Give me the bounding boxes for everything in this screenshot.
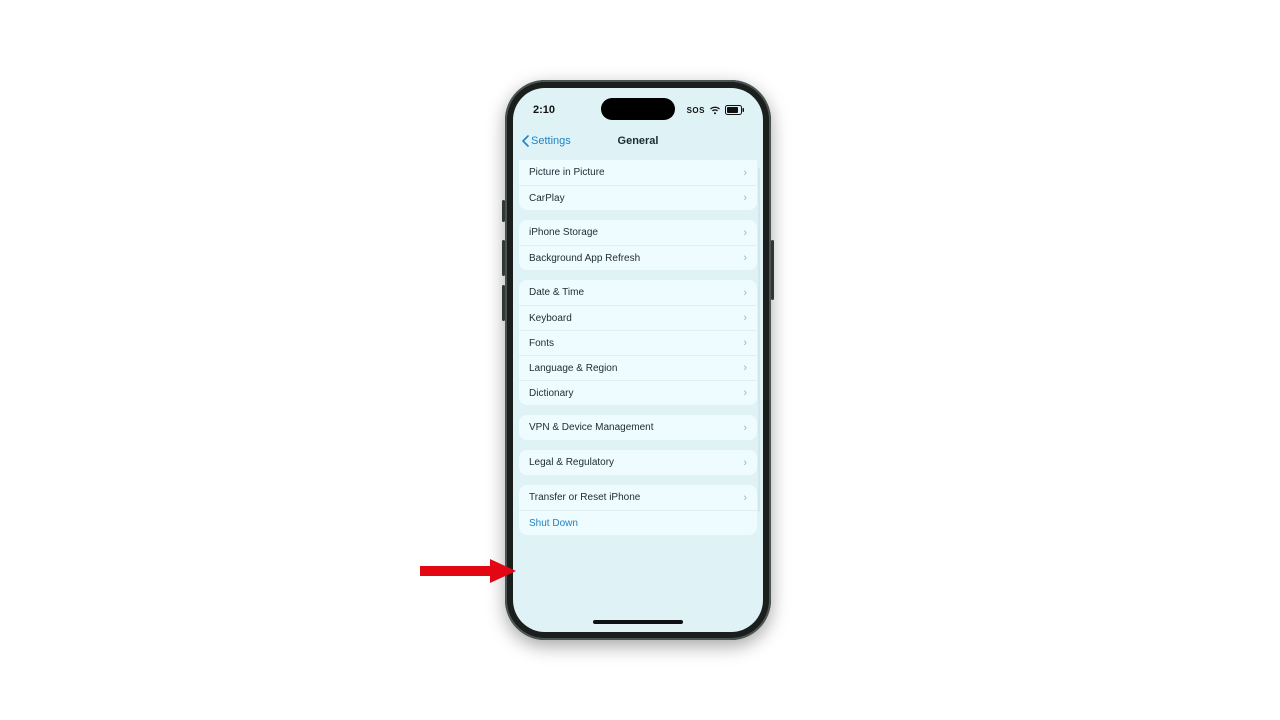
status-bar: 2:10 SOS <box>513 88 763 128</box>
chevron-right-icon: › <box>743 337 747 349</box>
chevron-right-icon: › <box>743 362 747 374</box>
row-label: Background App Refresh <box>529 253 640 264</box>
chevron-right-icon: › <box>743 492 747 504</box>
status-time: 2:10 <box>533 104 555 116</box>
chevron-right-icon: › <box>743 252 747 264</box>
home-indicator <box>593 620 683 624</box>
row-label: Date & Time <box>529 287 584 298</box>
chevron-right-icon: › <box>743 312 747 324</box>
nav-back-label: Settings <box>531 135 571 147</box>
settings-row-background-app-refresh[interactable]: Background App Refresh › <box>519 245 757 270</box>
settings-row-language-region[interactable]: Language & Region › <box>519 355 757 380</box>
side-button-power <box>771 240 774 300</box>
battery-icon <box>725 105 745 115</box>
row-label: Fonts <box>529 338 554 349</box>
wifi-icon <box>709 106 721 115</box>
settings-row-transfer-or-reset-iphone[interactable]: Transfer or Reset iPhone › <box>519 485 757 510</box>
side-button-vol-up <box>502 240 505 276</box>
side-button-silent <box>502 200 505 222</box>
row-label: Keyboard <box>529 313 572 324</box>
settings-row-fonts[interactable]: Fonts › <box>519 330 757 355</box>
chevron-right-icon: › <box>743 167 747 179</box>
settings-group: Transfer or Reset iPhone › Shut Down <box>519 485 757 535</box>
row-label: Picture in Picture <box>529 167 605 178</box>
chevron-right-icon: › <box>743 227 747 239</box>
chevron-right-icon: › <box>743 457 747 469</box>
row-label: Legal & Regulatory <box>529 457 614 468</box>
settings-scroll-content[interactable]: Picture in Picture›CarPlay›iPhone Storag… <box>513 156 763 632</box>
settings-row-dictionary[interactable]: Dictionary › <box>519 380 757 405</box>
settings-group: Picture in Picture › CarPlay › <box>519 160 757 210</box>
settings-row-date-time[interactable]: Date & Time › <box>519 280 757 305</box>
row-label: iPhone Storage <box>529 227 598 238</box>
row-label: Transfer or Reset iPhone <box>529 492 640 503</box>
phone-screen: 2:10 SOS Settings General Picture in Pic… <box>513 88 763 632</box>
row-label: Language & Region <box>529 363 617 374</box>
status-sos: SOS <box>687 106 705 115</box>
chevron-right-icon: › <box>743 422 747 434</box>
nav-bar: Settings General <box>513 128 763 154</box>
phone-mockup: 2:10 SOS Settings General Picture in Pic… <box>505 80 771 640</box>
settings-row-vpn-device-management[interactable]: VPN & Device Management › <box>519 415 757 440</box>
nav-back-button[interactable]: Settings <box>521 128 571 154</box>
annotation-arrow <box>416 558 516 584</box>
settings-group: VPN & Device Management › <box>519 415 757 440</box>
chevron-right-icon: › <box>743 287 747 299</box>
row-label: CarPlay <box>529 193 565 204</box>
settings-row-shut-down[interactable]: Shut Down <box>519 510 757 535</box>
settings-group: Date & Time›Keyboard›Fonts›Language & Re… <box>519 280 757 405</box>
settings-row-keyboard[interactable]: Keyboard › <box>519 305 757 330</box>
settings-group: iPhone Storage › Background App Refresh › <box>519 220 757 270</box>
side-button-vol-down <box>502 285 505 321</box>
nav-title: General <box>618 135 659 147</box>
chevron-left-icon <box>521 135 529 147</box>
row-label: Shut Down <box>529 518 578 529</box>
settings-row-carplay[interactable]: CarPlay › <box>519 185 757 210</box>
chevron-right-icon: › <box>743 387 747 399</box>
row-label: Dictionary <box>529 388 573 399</box>
settings-row-legal-regulatory[interactable]: Legal & Regulatory › <box>519 450 757 475</box>
settings-group: Legal & Regulatory › <box>519 450 757 475</box>
settings-row-picture-in-picture[interactable]: Picture in Picture › <box>519 160 757 185</box>
row-label: VPN & Device Management <box>529 422 654 433</box>
chevron-right-icon: › <box>743 192 747 204</box>
settings-row-iphone-storage[interactable]: iPhone Storage › <box>519 220 757 245</box>
